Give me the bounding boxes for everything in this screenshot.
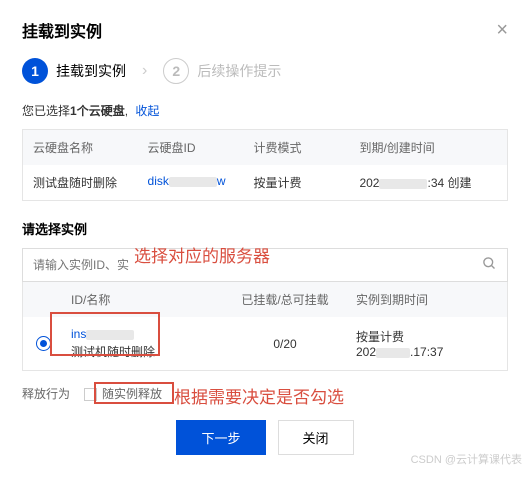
step-2-label: 后续操作提示: [197, 61, 281, 81]
disk-name-cell: 测试盘随时删除: [23, 165, 138, 200]
col-select: [23, 282, 63, 317]
search-input[interactable]: [33, 258, 482, 272]
release-behavior-row: 释放行为 随实例释放 根据需要决定是否勾选: [22, 385, 508, 402]
close-icon[interactable]: ×: [496, 20, 508, 40]
watermark: CSDN @云计算课代表: [411, 451, 522, 467]
disk-table: 云硬盘名称 云硬盘ID 计费模式 到期/创建时间 测试盘随时删除 diskw 按…: [22, 129, 508, 201]
redacted: [86, 330, 134, 340]
col-disk-id: 云硬盘ID: [138, 130, 244, 165]
col-instance-id: ID/名称: [63, 282, 222, 317]
disk-table-header: 云硬盘名称 云硬盘ID 计费模式 到期/创建时间: [23, 130, 507, 165]
instance-row[interactable]: ins 测试机随时删除 0/20 按量计费 202.17:37: [22, 317, 508, 371]
instance-id[interactable]: ins: [71, 327, 214, 341]
release-label: 释放行为: [22, 385, 70, 402]
redacted: [376, 348, 410, 358]
instance-expire-cell: 按量计费 202.17:37: [348, 322, 507, 365]
redacted: [169, 177, 217, 187]
instance-mount-cell: 0/20: [222, 331, 348, 357]
col-disk-name: 云硬盘名称: [23, 130, 138, 165]
col-billing: 计费模式: [244, 130, 350, 165]
step-1: 1 挂载到实例: [22, 58, 126, 84]
next-button[interactable]: 下一步: [176, 420, 265, 455]
instance-table-header: ID/名称 已挂载/总可挂载 实例到期时间: [22, 282, 508, 317]
instance-radio[interactable]: [23, 330, 63, 357]
step-1-label: 挂载到实例: [56, 61, 126, 81]
step-1-number: 1: [22, 58, 48, 84]
summary-count: 1个云硬盘: [70, 104, 125, 118]
redacted: [379, 179, 427, 189]
col-time: 到期/创建时间: [349, 130, 507, 165]
modal-footer: 下一步 关闭: [22, 420, 508, 455]
mount-modal: 挂载到实例 × 1 挂载到实例 › 2 后续操作提示 您已选择1个云硬盘, 收起…: [0, 0, 530, 469]
disk-time-cell: 202:34 创建: [349, 165, 507, 200]
instance-name: 测试机随时删除: [71, 343, 214, 360]
modal-title: 挂载到实例: [22, 18, 102, 42]
summary-prefix: 您已选择: [22, 104, 70, 118]
instance-id-cell: ins 测试机随时删除: [63, 321, 222, 366]
instance-section-title: 请选择实例: [22, 219, 508, 238]
release-checkbox-label[interactable]: 随实例释放: [84, 385, 162, 402]
close-button[interactable]: 关闭: [278, 420, 354, 455]
chevron-right-icon: ›: [142, 62, 147, 80]
disk-billing-cell: 按量计费: [244, 165, 350, 200]
step-2-number: 2: [163, 58, 189, 84]
selection-summary: 您已选择1个云硬盘, 收起: [22, 102, 508, 119]
instance-search-box[interactable]: [22, 248, 508, 282]
release-checkbox[interactable]: [84, 388, 97, 401]
collapse-link[interactable]: 收起: [135, 104, 159, 118]
col-mount-count: 已挂载/总可挂载: [222, 282, 348, 317]
modal-header: 挂载到实例 ×: [22, 18, 508, 42]
disk-id-cell[interactable]: diskw: [138, 165, 244, 200]
annotation-2: 根据需要决定是否勾选: [174, 383, 344, 408]
search-icon[interactable]: [482, 256, 497, 275]
col-expire: 实例到期时间: [348, 282, 507, 317]
step-2: 2 后续操作提示: [163, 58, 281, 84]
instance-section: ID/名称 已挂载/总可挂载 实例到期时间 ins 测试机随时删除 0/20 按…: [22, 248, 508, 371]
step-indicator: 1 挂载到实例 › 2 后续操作提示: [22, 58, 508, 84]
disk-row: 测试盘随时删除 diskw 按量计费 202:34 创建: [23, 165, 507, 200]
